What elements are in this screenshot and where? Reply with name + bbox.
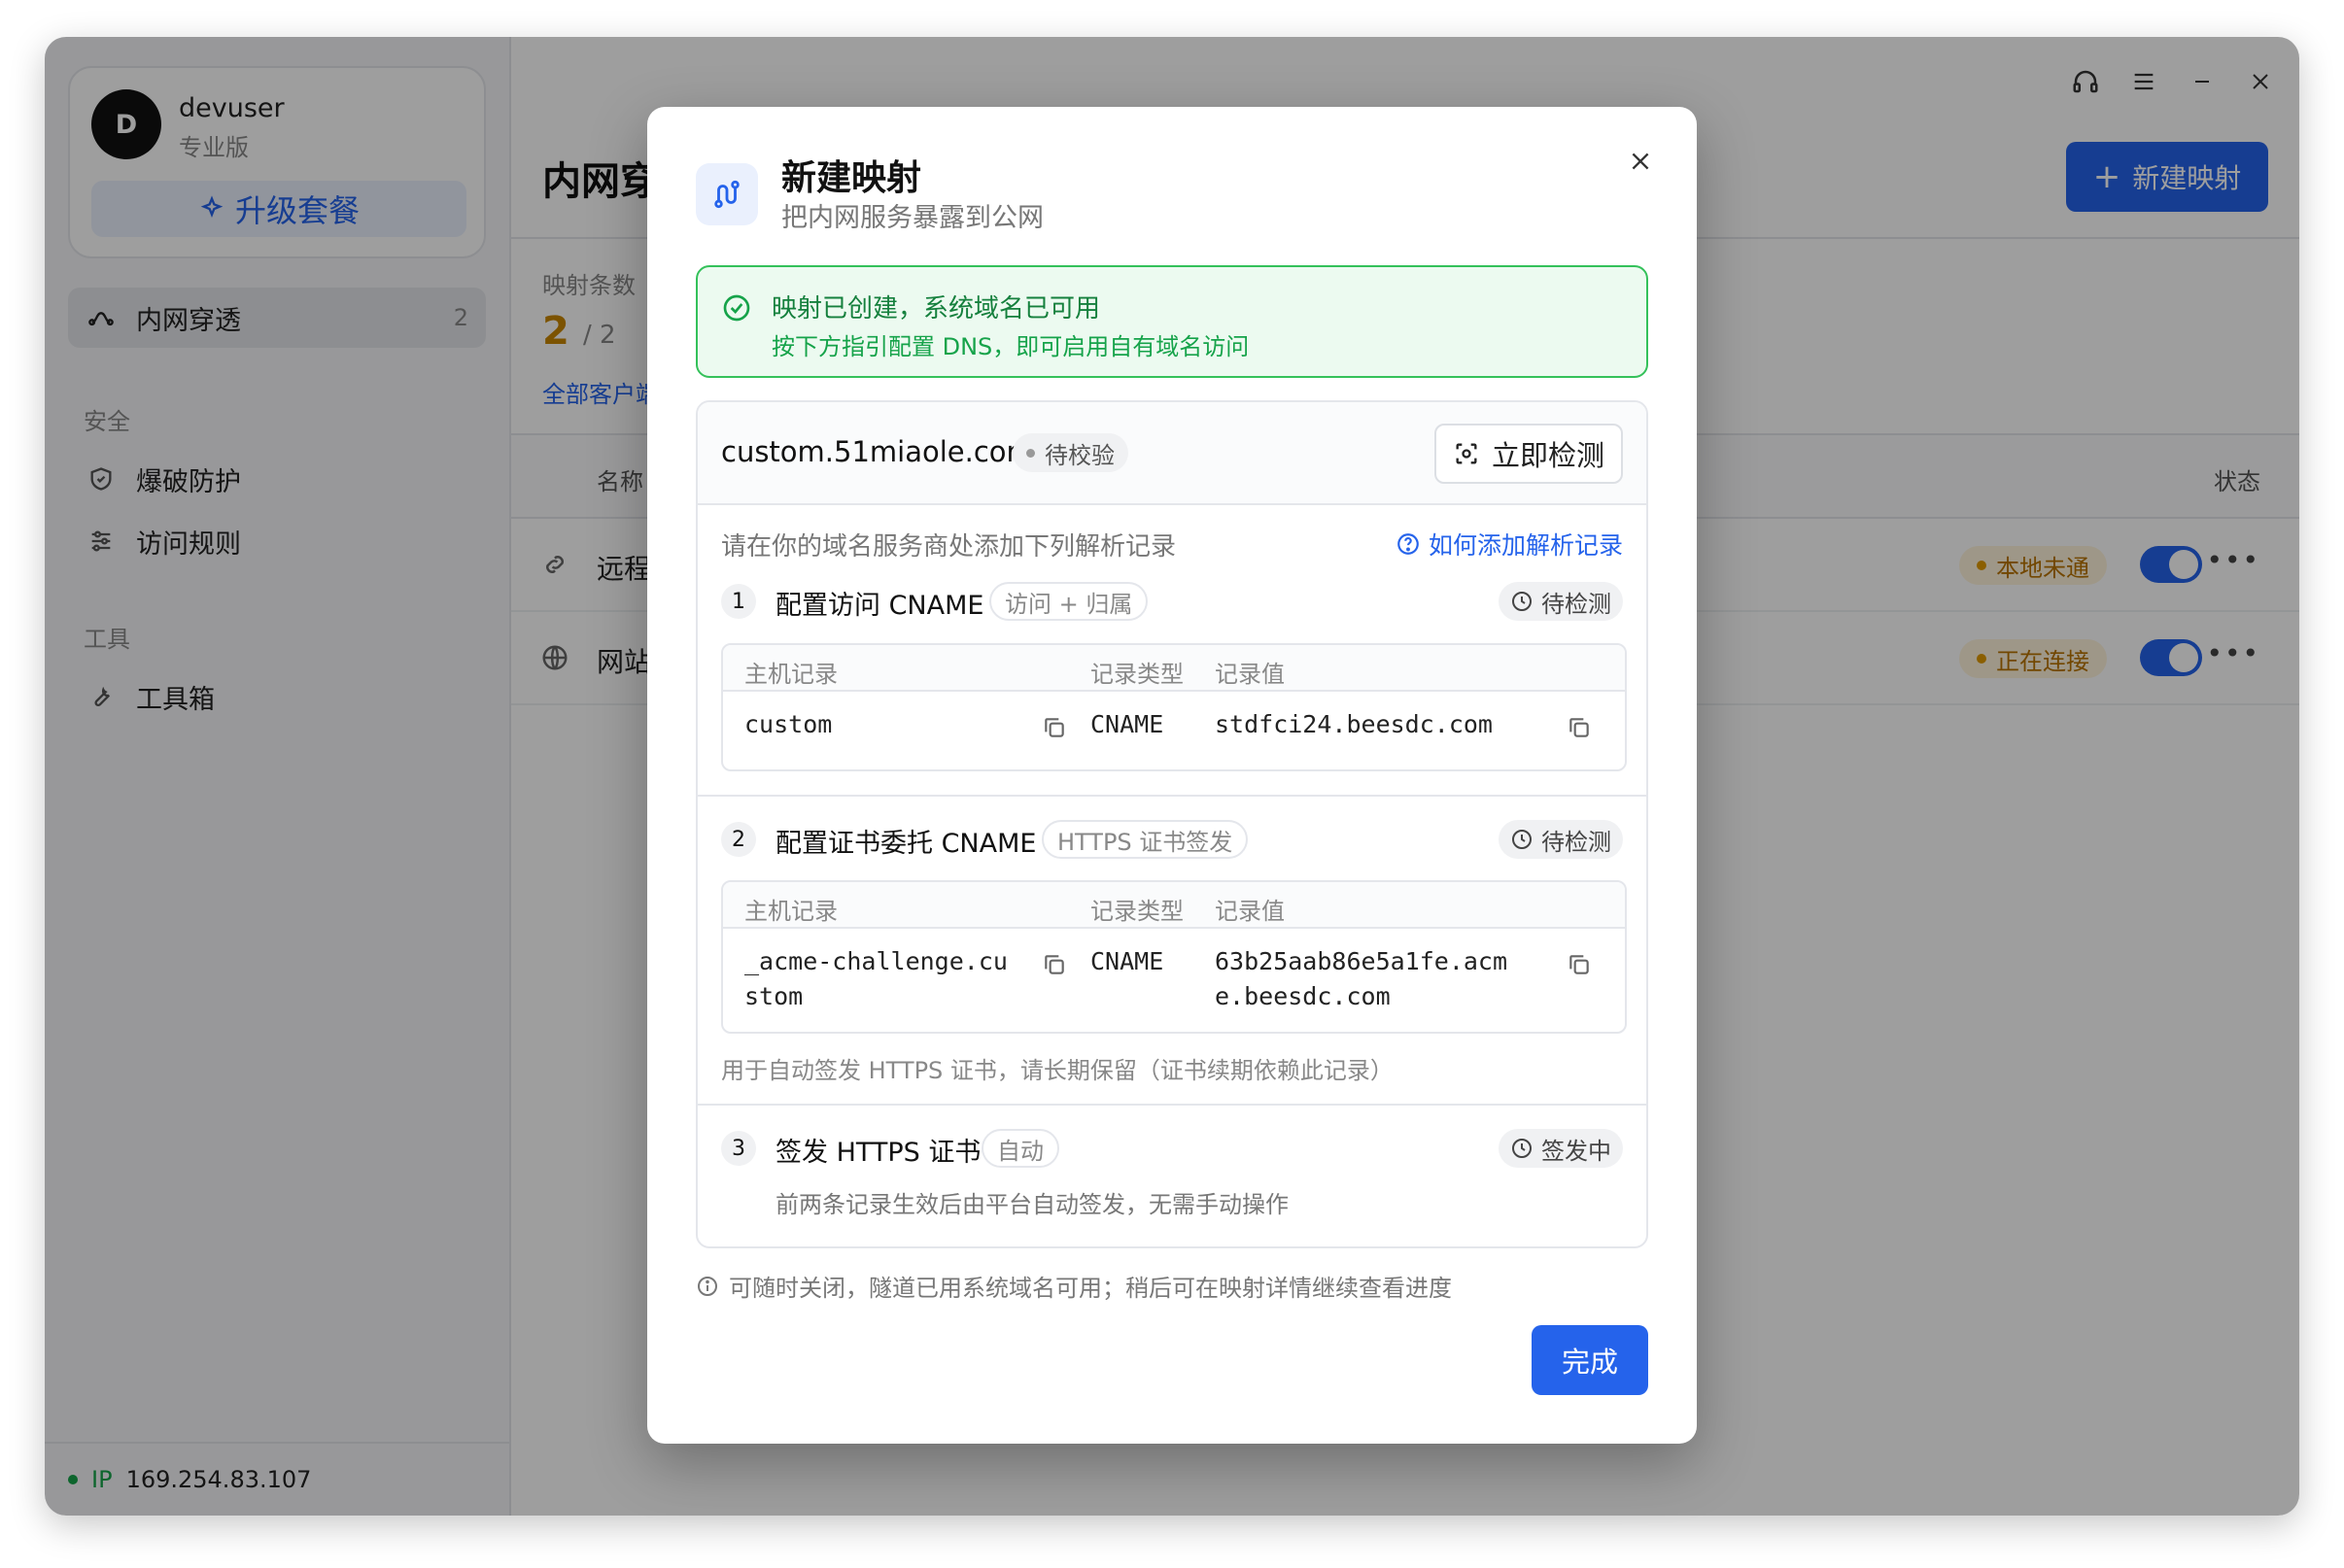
help-link[interactable]: 如何添加解析记录 <box>1396 527 1623 562</box>
col-host: 主机记录 <box>744 898 838 925</box>
success-alert: 映射已创建，系统域名已可用 按下方指引配置 DNS，即可启用自有域名访问 <box>696 265 1648 378</box>
copy-icon[interactable] <box>1567 715 1592 740</box>
scan-icon <box>1456 443 1477 464</box>
record-value: 63b25aab86e5a1fe.acm <box>1215 947 1508 975</box>
copy-icon[interactable] <box>1567 952 1592 977</box>
footer-note: 可随时关闭，隧道已用系统域名可用；稍后可在映射详情继续查看进度 <box>696 1269 1452 1303</box>
record-type: CNAME <box>1090 947 1164 975</box>
help-circle-icon <box>1397 533 1419 555</box>
route-icon <box>696 163 758 225</box>
info-icon <box>698 1276 717 1296</box>
done-button[interactable]: 完成 <box>1532 1325 1648 1395</box>
success-subtitle: 按下方指引配置 DNS，即可启用自有域名访问 <box>772 333 1250 360</box>
domain-name: custom.51miaole.com <box>721 435 1034 468</box>
copy-icon[interactable] <box>1042 715 1067 740</box>
record-host: _acme-challenge.cu <box>744 947 1008 975</box>
dns-record-table: 主机记录 记录类型 记录值 custom CNAME stdfci24.bees… <box>721 643 1627 771</box>
dialog-subtitle: 把内网服务暴露到公网 <box>781 203 1044 233</box>
col-host: 主机记录 <box>744 661 838 688</box>
step-status-text: 待检测 <box>1541 828 1611 856</box>
clock-icon <box>1512 1139 1532 1158</box>
step-status-badge: 签发中 <box>1499 1129 1623 1168</box>
record-type: CNAME <box>1090 710 1164 738</box>
record-header: 主机记录 记录类型 记录值 <box>723 882 1625 929</box>
dns-record-table: 主机记录 记录类型 记录值 _acme-challenge.cu stom CN… <box>721 880 1627 1034</box>
new-mapping-dialog: 新建映射 把内网服务暴露到公网 映射已创建，系统域名已可用 按下方指引配置 DN… <box>647 107 1697 1444</box>
record-value: stdfci24.beesdc.com <box>1215 710 1493 738</box>
step-number: 3 <box>721 1131 756 1166</box>
close-icon[interactable] <box>1617 138 1664 185</box>
dns-panel: custom.51miaole.com 待校验 立即检测 请在你的域名服务商处添… <box>696 400 1648 1248</box>
success-title: 映射已创建，系统域名已可用 <box>772 294 1101 324</box>
step-title: 配置证书委托 CNAME <box>776 829 1037 859</box>
detect-now-button[interactable]: 立即检测 <box>1434 424 1623 484</box>
step-status-badge: 待检测 <box>1499 582 1623 621</box>
dialog-title: 新建映射 <box>781 158 922 198</box>
step-status-text: 待检测 <box>1541 590 1611 618</box>
divider <box>698 795 1646 797</box>
col-type: 记录类型 <box>1090 898 1184 925</box>
instruction-text: 请在你的域名服务商处添加下列解析记录 <box>721 532 1177 562</box>
domain-header: custom.51miaole.com 待校验 立即检测 <box>698 402 1646 505</box>
footer-note-text: 可随时关闭，隧道已用系统域名可用；稍后可在映射详情继续查看进度 <box>729 1275 1452 1302</box>
record-host-cont: stom <box>744 982 804 1010</box>
domain-status-badge: 待校验 <box>1013 433 1128 472</box>
step-note: 用于自动签发 HTTPS 证书，请长期保留（证书续期依赖此记录） <box>721 1057 1394 1084</box>
clock-icon <box>1512 592 1532 611</box>
divider <box>698 1104 1646 1106</box>
clock-icon <box>1512 830 1532 849</box>
step-status-badge: 待检测 <box>1499 820 1623 859</box>
col-value: 记录值 <box>1215 661 1285 688</box>
step-status-text: 签发中 <box>1541 1137 1611 1165</box>
step-tag: 自动 <box>982 1129 1059 1168</box>
step-tag: 访问 + 归属 <box>989 582 1149 621</box>
step-title: 配置访问 CNAME <box>776 591 984 621</box>
domain-status-text: 待校验 <box>1045 441 1115 469</box>
check-circle-icon <box>723 294 750 322</box>
step-tag: HTTPS 证书签发 <box>1042 820 1249 859</box>
step-number: 2 <box>721 822 756 857</box>
help-link-label: 如何添加解析记录 <box>1428 531 1623 560</box>
record-header: 主机记录 记录类型 记录值 <box>723 645 1625 692</box>
record-host: custom <box>744 710 833 738</box>
col-type: 记录类型 <box>1090 661 1184 688</box>
detect-label: 立即检测 <box>1491 439 1604 472</box>
step-note: 前两条记录生效后由平台自动签发，无需手动操作 <box>776 1191 1289 1218</box>
record-value-cont: e.beesdc.com <box>1215 982 1391 1010</box>
step-title: 签发 HTTPS 证书 <box>776 1138 982 1168</box>
col-value: 记录值 <box>1215 898 1285 925</box>
copy-icon[interactable] <box>1042 952 1067 977</box>
step-number: 1 <box>721 584 756 619</box>
